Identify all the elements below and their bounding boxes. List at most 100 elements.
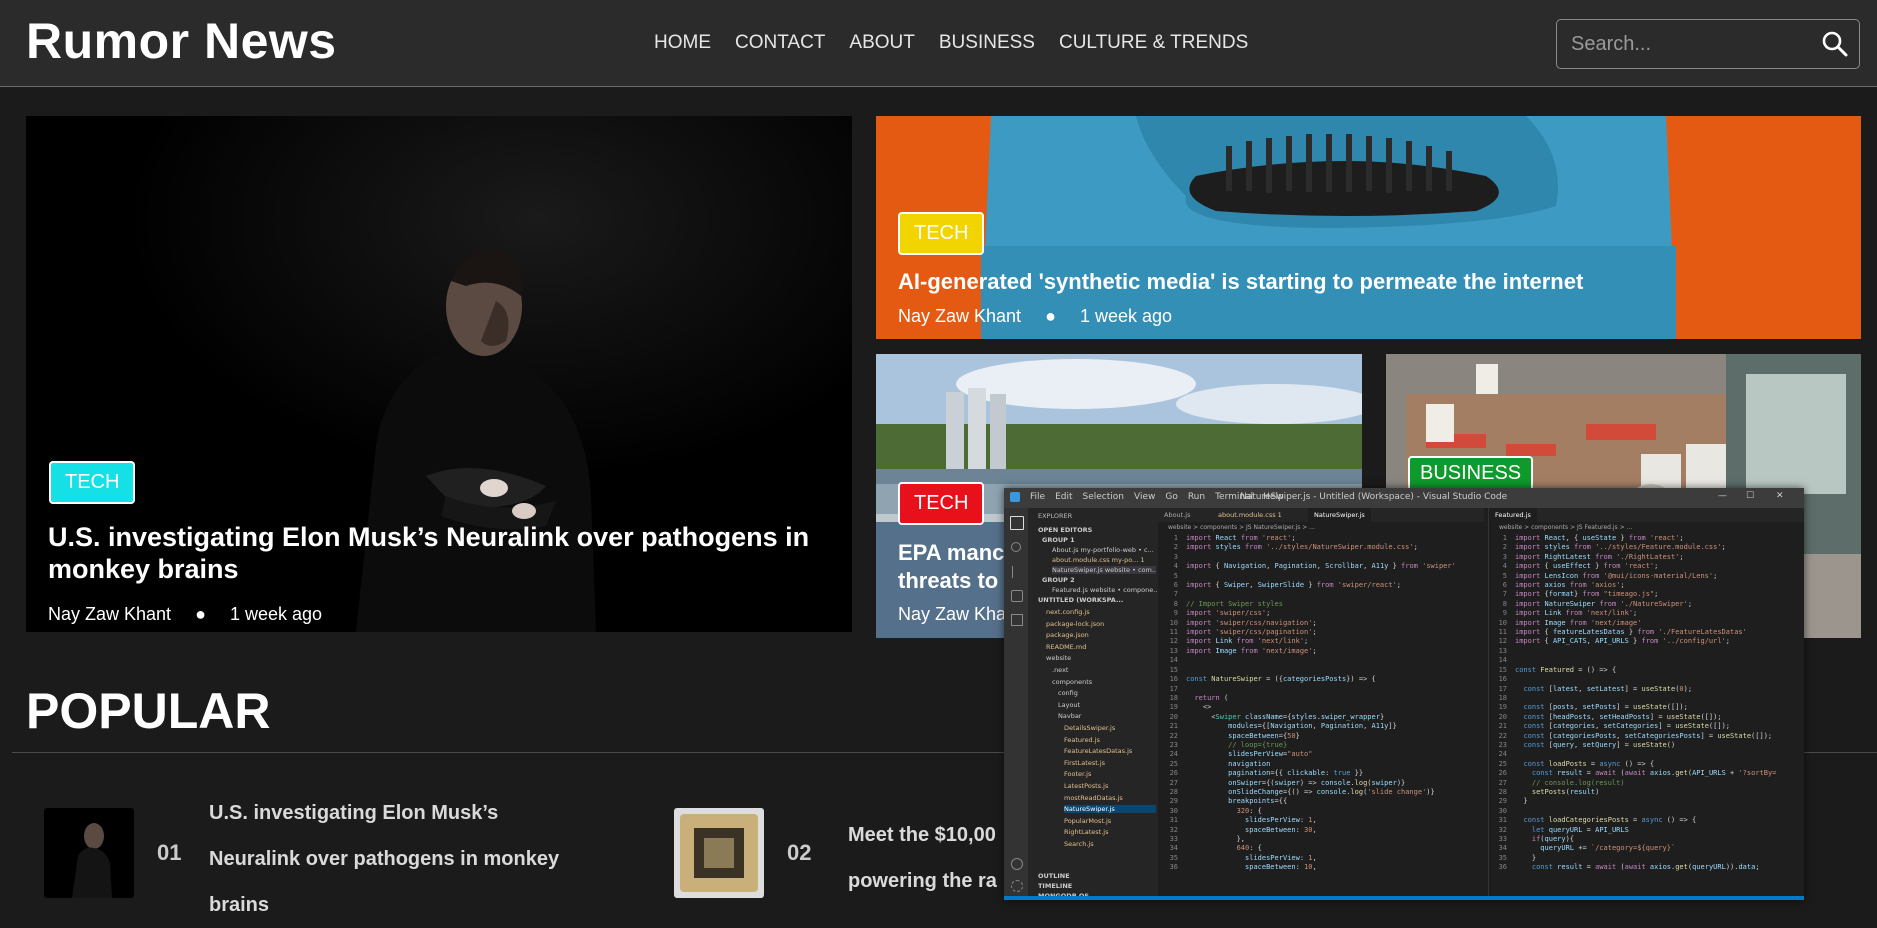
code-content[interactable]: import React from 'react'; import styles… <box>1186 534 1456 873</box>
line-numbers: 1 2 3 4 5 6 7 8 9 10 11 12 13 14 15 16 1… <box>1498 534 1507 872</box>
explorer-label: EXPLORER <box>1038 512 1073 520</box>
category-badge[interactable]: TECH <box>898 212 985 255</box>
timeline-header[interactable]: TIMELINE <box>1038 882 1072 890</box>
tree-file[interactable]: LatestPosts.js <box>1064 782 1108 790</box>
tree-file[interactable]: next.config.js <box>1046 608 1090 616</box>
vscode-window[interactable]: File Edit Selection View Go Run Terminal… <box>1004 488 1804 900</box>
nav-business[interactable]: BUSINESS <box>939 32 1035 54</box>
breadcrumb: website > components > JS NatureSwiper.j… <box>1168 524 1315 531</box>
tree-file[interactable]: Featured.js <box>1064 736 1100 744</box>
nav-home[interactable]: HOME <box>654 32 711 54</box>
tree-file[interactable]: PopularMost.js <box>1064 817 1111 825</box>
tree-file[interactable]: FirstLatest.js <box>1064 759 1105 767</box>
search-icon[interactable] <box>1011 542 1021 552</box>
editor-tabs: Featured.js <box>1489 508 1804 524</box>
line-numbers: 1 2 3 4 5 6 7 8 9 10 11 12 13 14 15 16 1… <box>1169 534 1178 872</box>
search-input[interactable] <box>1569 30 1813 58</box>
editor-tab-active[interactable]: Featured.js <box>1489 508 1537 524</box>
popular-item[interactable]: 01 U.S. investigating Elon Musk’s Neural… <box>44 790 604 916</box>
site-logo[interactable]: Rumor News <box>26 12 337 70</box>
menu-go[interactable]: Go <box>1165 492 1177 502</box>
nav-about[interactable]: ABOUT <box>849 32 914 54</box>
category-badge[interactable]: TECH <box>898 482 985 525</box>
open-editors-header[interactable]: OPEN EDITORS <box>1038 526 1092 534</box>
tree-file[interactable]: Search.js <box>1064 840 1094 848</box>
search-icon[interactable] <box>1821 30 1849 58</box>
maximize-icon[interactable]: ☐ <box>1746 491 1754 501</box>
nav-culture-trends[interactable]: CULTURE & TRENDS <box>1059 32 1248 54</box>
popular-number: 02 <box>787 840 812 865</box>
tree-file[interactable]: mostReadDatas.js <box>1064 794 1123 802</box>
site-header: Rumor News HOME CONTACT ABOUT BUSINESS C… <box>0 0 1877 87</box>
open-file[interactable]: About.js my-portfolio-web • c... <box>1052 546 1154 554</box>
open-file[interactable]: Featured.js website • compone... <box>1052 586 1159 594</box>
separator-dot: ● <box>1045 306 1056 326</box>
open-file[interactable]: about.module.css my-po... 1 <box>1052 556 1144 564</box>
editor-left[interactable]: About.js about.module.css 1 NatureSwiper… <box>1158 508 1484 900</box>
menu-run[interactable]: Run <box>1188 492 1205 502</box>
popular-title[interactable]: U.S. investigating Elon Musk’s Neuralink… <box>209 790 599 928</box>
post-time: 1 week ago <box>229 604 323 624</box>
nav-contact[interactable]: CONTACT <box>735 32 825 54</box>
tree-file[interactable]: NatureSwiper.js <box>1064 805 1156 814</box>
code-content[interactable]: import React, { useState } from 'react';… <box>1515 534 1776 873</box>
vscode-window-title: NatureSwiper.js - Untitled (Workspace) -… <box>1240 492 1508 502</box>
popular-thumbnail <box>674 808 764 898</box>
title-line: Neuralink over pathogens in monkey <box>209 848 560 870</box>
menu-file[interactable]: File <box>1030 492 1045 502</box>
tree-folder[interactable]: .next <box>1052 666 1068 674</box>
menu-selection[interactable]: Selection <box>1083 492 1124 502</box>
menu-edit[interactable]: Edit <box>1055 492 1072 502</box>
popular-title[interactable]: Meet the $10,00 powering the ra <box>848 812 1018 904</box>
tree-file[interactable]: package.json <box>1046 631 1089 639</box>
featured-top-right-title[interactable]: AI-generated 'synthetic media' is starti… <box>898 268 1848 296</box>
editor-tab-active[interactable]: NatureSwiper.js <box>1308 508 1371 524</box>
explorer-sidebar: EXPLORER OPEN EDITORS GROUP 1 About.js m… <box>1028 508 1159 900</box>
search-box <box>1556 19 1860 69</box>
category-badge[interactable]: TECH <box>49 461 136 504</box>
author-name: Nay Zaw Khant <box>48 604 172 624</box>
editor-tab[interactable]: about.module.css 1 <box>1218 511 1282 520</box>
editor-tab[interactable]: About.js <box>1164 511 1190 520</box>
popular-thumbnail <box>44 808 134 898</box>
account-icon[interactable] <box>1011 858 1023 870</box>
featured-main-card[interactable]: TECH U.S. investigating Elon Musk’s Neur… <box>26 116 852 632</box>
source-control-icon[interactable] <box>1012 566 1021 578</box>
article-meta: Nay Zaw Khant ● 1 week ago <box>898 306 1172 327</box>
activity-bar <box>1004 508 1028 900</box>
article-meta: Nay Zaw Kha <box>898 604 1006 625</box>
tree-folder[interactable]: Navbar <box>1058 712 1081 720</box>
tree-folder[interactable]: Layout <box>1058 701 1080 709</box>
workspace-header[interactable]: UNTITLED (WORKSPA... <box>1038 596 1123 604</box>
featured-main-title[interactable]: U.S. investigating Elon Musk’s Neuralink… <box>48 521 838 585</box>
popular-item[interactable]: 02 Meet the $10,00 powering the ra <box>674 790 1014 900</box>
tree-file[interactable]: package-lock.json <box>1046 620 1104 628</box>
tree-folder[interactable]: website <box>1046 654 1071 662</box>
open-file[interactable]: NatureSwiper.js website • com... <box>1052 566 1156 574</box>
settings-gear-icon[interactable] <box>1011 880 1023 892</box>
tree-folder[interactable]: config <box>1058 689 1078 697</box>
outline-header[interactable]: OUTLINE <box>1038 872 1070 880</box>
menu-view[interactable]: View <box>1134 492 1155 502</box>
group-2-label: GROUP 2 <box>1042 576 1075 584</box>
tree-file[interactable]: RightLatest.js <box>1064 828 1108 836</box>
featured-top-right-card[interactable]: TECH AI-generated 'synthetic media' is s… <box>876 116 1861 339</box>
editor-tabs: About.js about.module.css 1 NatureSwiper… <box>1158 508 1484 524</box>
author-name: Nay Zaw Khant <box>898 306 1022 326</box>
tree-folder[interactable]: components <box>1052 678 1092 686</box>
run-debug-icon[interactable] <box>1011 590 1023 602</box>
post-time: 1 week ago <box>1079 306 1173 326</box>
tree-file[interactable]: DetailsSwiper.js <box>1064 724 1115 732</box>
category-badge[interactable]: BUSINESS <box>1408 456 1534 491</box>
editor-right[interactable]: Featured.js website > components > JS Fe… <box>1488 508 1804 900</box>
extensions-icon[interactable] <box>1011 614 1023 626</box>
minimize-icon[interactable]: — <box>1718 491 1727 501</box>
author-name: Nay Zaw Kha <box>898 604 1007 624</box>
explorer-icon[interactable] <box>1010 516 1024 530</box>
popular-heading: POPULAR <box>26 683 271 739</box>
close-icon[interactable]: ✕ <box>1776 491 1784 501</box>
title-line: powering the ra <box>848 870 997 892</box>
tree-file[interactable]: README.md <box>1046 643 1086 651</box>
tree-file[interactable]: Footer.js <box>1064 770 1091 778</box>
tree-file[interactable]: FeatureLatesDatas.js <box>1064 747 1132 755</box>
